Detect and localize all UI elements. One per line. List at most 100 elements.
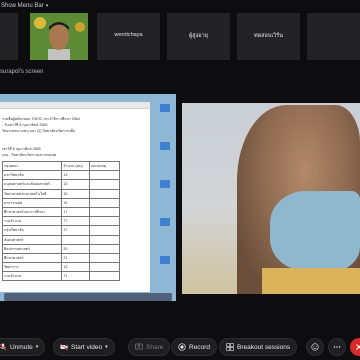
table-header-cell: หมายเหตุ — [89, 160, 120, 172]
table-cell: รวมจำนวน — [1, 216, 63, 227]
participant-name: ทดสอบเวิร์น — [253, 33, 284, 39]
table-cell — [89, 243, 120, 254]
participant-tile[interactable] — [0, 13, 18, 60]
table-row: สาธารณสุข 19 — [1, 197, 120, 208]
table-cell: รวมจำนวน — [1, 271, 63, 282]
participant-tile[interactable] — [307, 13, 360, 60]
unmute-label: Unmute — [10, 343, 33, 351]
table-cell: 17 — [61, 225, 91, 236]
participant-video — [30, 13, 88, 60]
close-icon — [355, 343, 360, 351]
table-cell: ศึกษาศาสตร์ — [1, 252, 63, 264]
dock-bar — [4, 293, 172, 301]
more-options-button[interactable] — [328, 338, 346, 356]
table-cell — [89, 252, 120, 264]
record-button[interactable]: Record — [171, 338, 217, 356]
table-row: มนุษยศาสตร์และสังคมศาสตร์ 13 — [1, 179, 120, 190]
unmute-button[interactable]: Unmute ▾ — [0, 338, 46, 356]
table-cell — [89, 234, 120, 245]
table-cell — [89, 262, 120, 273]
face-mask — [270, 191, 360, 271]
table-cell: 13 — [61, 262, 91, 273]
table-row: สังคมศาสตร์ — [1, 234, 120, 245]
table-cell: 19 — [61, 197, 91, 208]
participant-tile[interactable]: werotchaya — [97, 13, 160, 60]
microphone-muted-icon — [0, 343, 7, 351]
table-cell: 77 — [61, 216, 91, 227]
start-video-label: Start video — [71, 343, 103, 351]
table-row: รวมจำนวน 77 — [1, 216, 120, 227]
more-dots-icon — [333, 343, 341, 351]
table-cell: วิทยาศาสตร์และเทคโนโลยี — [1, 188, 63, 199]
table-row: วิทยาการ 13 — [1, 262, 120, 273]
document-toolbar — [0, 102, 150, 109]
document-window: รายชื่อผู้สมัครสอบ TOEIC ประจำปีการศึกษา… — [0, 102, 150, 292]
participant-tile[interactable]: ผู้สูงอายุ — [167, 13, 230, 60]
table-header-row: กลุ่มคณะ จำนวน (คน) หมายเหตุ — [1, 160, 120, 172]
table-row: ศิลปกรรมศาสตร์ 20 — [1, 243, 120, 254]
chevron-down-icon[interactable]: ▾ — [105, 344, 108, 350]
show-menu-bar-toggle[interactable]: Show Menu Bar ▾ — [0, 0, 48, 12]
table-cell: 13 — [61, 170, 91, 181]
participant-name: ผู้สูงอายุ — [189, 33, 208, 39]
table-cell: 71 — [61, 271, 91, 282]
participant-strip: werotchaya ผู้สูงอายุ ทดสอบเวิร์น — [0, 13, 360, 60]
table-cell — [89, 216, 120, 227]
table-cell — [89, 170, 120, 181]
table-cell: สังคมศาสตร์ — [1, 234, 63, 245]
document-table: กลุ่มคณะ จำนวน (คน) หมายเหตุ มหาวิทยาลัย… — [1, 160, 120, 282]
folder-icon — [160, 142, 170, 150]
folder-icon — [160, 180, 170, 188]
participant-name: werotchaya — [114, 32, 143, 38]
table-cell: สาธารณสุข — [1, 197, 63, 208]
table-cell — [89, 197, 120, 208]
breakout-label: Breakout sessions — [237, 343, 291, 351]
table-cell — [61, 234, 91, 245]
breakout-sessions-button[interactable]: Breakout sessions — [219, 338, 298, 356]
breakout-icon — [226, 343, 234, 351]
share-button[interactable]: Share — [128, 338, 171, 356]
table-cell: ศึกษาศาสตร์และการศึกษา — [1, 206, 63, 218]
table-cell — [89, 179, 120, 190]
video-off-icon — [60, 343, 68, 351]
record-label: Record — [189, 343, 210, 351]
document-line: วิทยาเขตบางเขน และ (2) วิทยาลัยนวัตกรรมส… — [2, 129, 75, 133]
table-cell: 15 — [61, 188, 91, 199]
table-row: ศึกษาศาสตร์และการศึกษา 17 — [1, 206, 120, 218]
reactions-button[interactable] — [306, 338, 324, 356]
folder-icon — [160, 256, 170, 264]
shared-screen: รายชื่อผู้สมัครสอบ TOEIC ประจำปีการศึกษา… — [0, 94, 176, 301]
table-cell: มนุษยศาสตร์และสังคมศาสตร์ — [1, 179, 63, 190]
table-cell — [89, 188, 120, 199]
table-row: มหาวิทยาลัย 13 — [1, 170, 120, 181]
table-header-cell: จำนวน (คน) — [61, 160, 91, 172]
table-cell — [89, 206, 120, 218]
menu-toggle-label: Show Menu Bar — [1, 3, 44, 9]
chevron-down-icon: ▾ — [45, 3, 49, 9]
share-label: Share — [146, 343, 164, 351]
active-speaker-video — [182, 103, 360, 294]
table-row: ศึกษาศาสตร์ 21 — [1, 252, 120, 264]
chevron-down-icon[interactable]: ▾ — [36, 344, 39, 350]
table-cell — [89, 225, 120, 236]
participant-video-tile[interactable] — [30, 13, 88, 60]
table-cell: มหาวิทยาลัย — [1, 170, 63, 181]
table-cell: 20 — [61, 243, 91, 254]
leave-meeting-button[interactable] — [350, 338, 360, 356]
shared-screen-label: surapol's screen — [0, 69, 44, 75]
table-header-cell: กลุ่มคณะ — [1, 160, 63, 172]
table-cell: 13 — [61, 179, 91, 190]
table-row: รวมจำนวน 71 — [1, 271, 120, 282]
table-cell: กลุ่มวิทยาลัย — [1, 225, 63, 236]
table-cell: ศิลปกรรมศาสตร์ — [1, 243, 63, 254]
start-video-button[interactable]: Start video ▾ — [53, 338, 115, 356]
meeting-window: Show Menu Bar ▾ werotchaya ผู้สูงอายุ ทด… — [0, 0, 360, 360]
record-icon — [178, 343, 186, 351]
meeting-toolbar: Unmute ▾ Start video ▾ Share Record Brea… — [0, 334, 360, 360]
smiley-icon — [311, 343, 319, 351]
participant-tile[interactable]: ทดสอบเวิร์น — [237, 13, 300, 60]
document-section-sub: เขน - วิทยาลัยนวัตกรรมสารสนเทศ — [2, 153, 57, 157]
folder-icon — [160, 218, 170, 226]
table-cell: 21 — [61, 252, 91, 264]
table-cell — [89, 271, 120, 282]
